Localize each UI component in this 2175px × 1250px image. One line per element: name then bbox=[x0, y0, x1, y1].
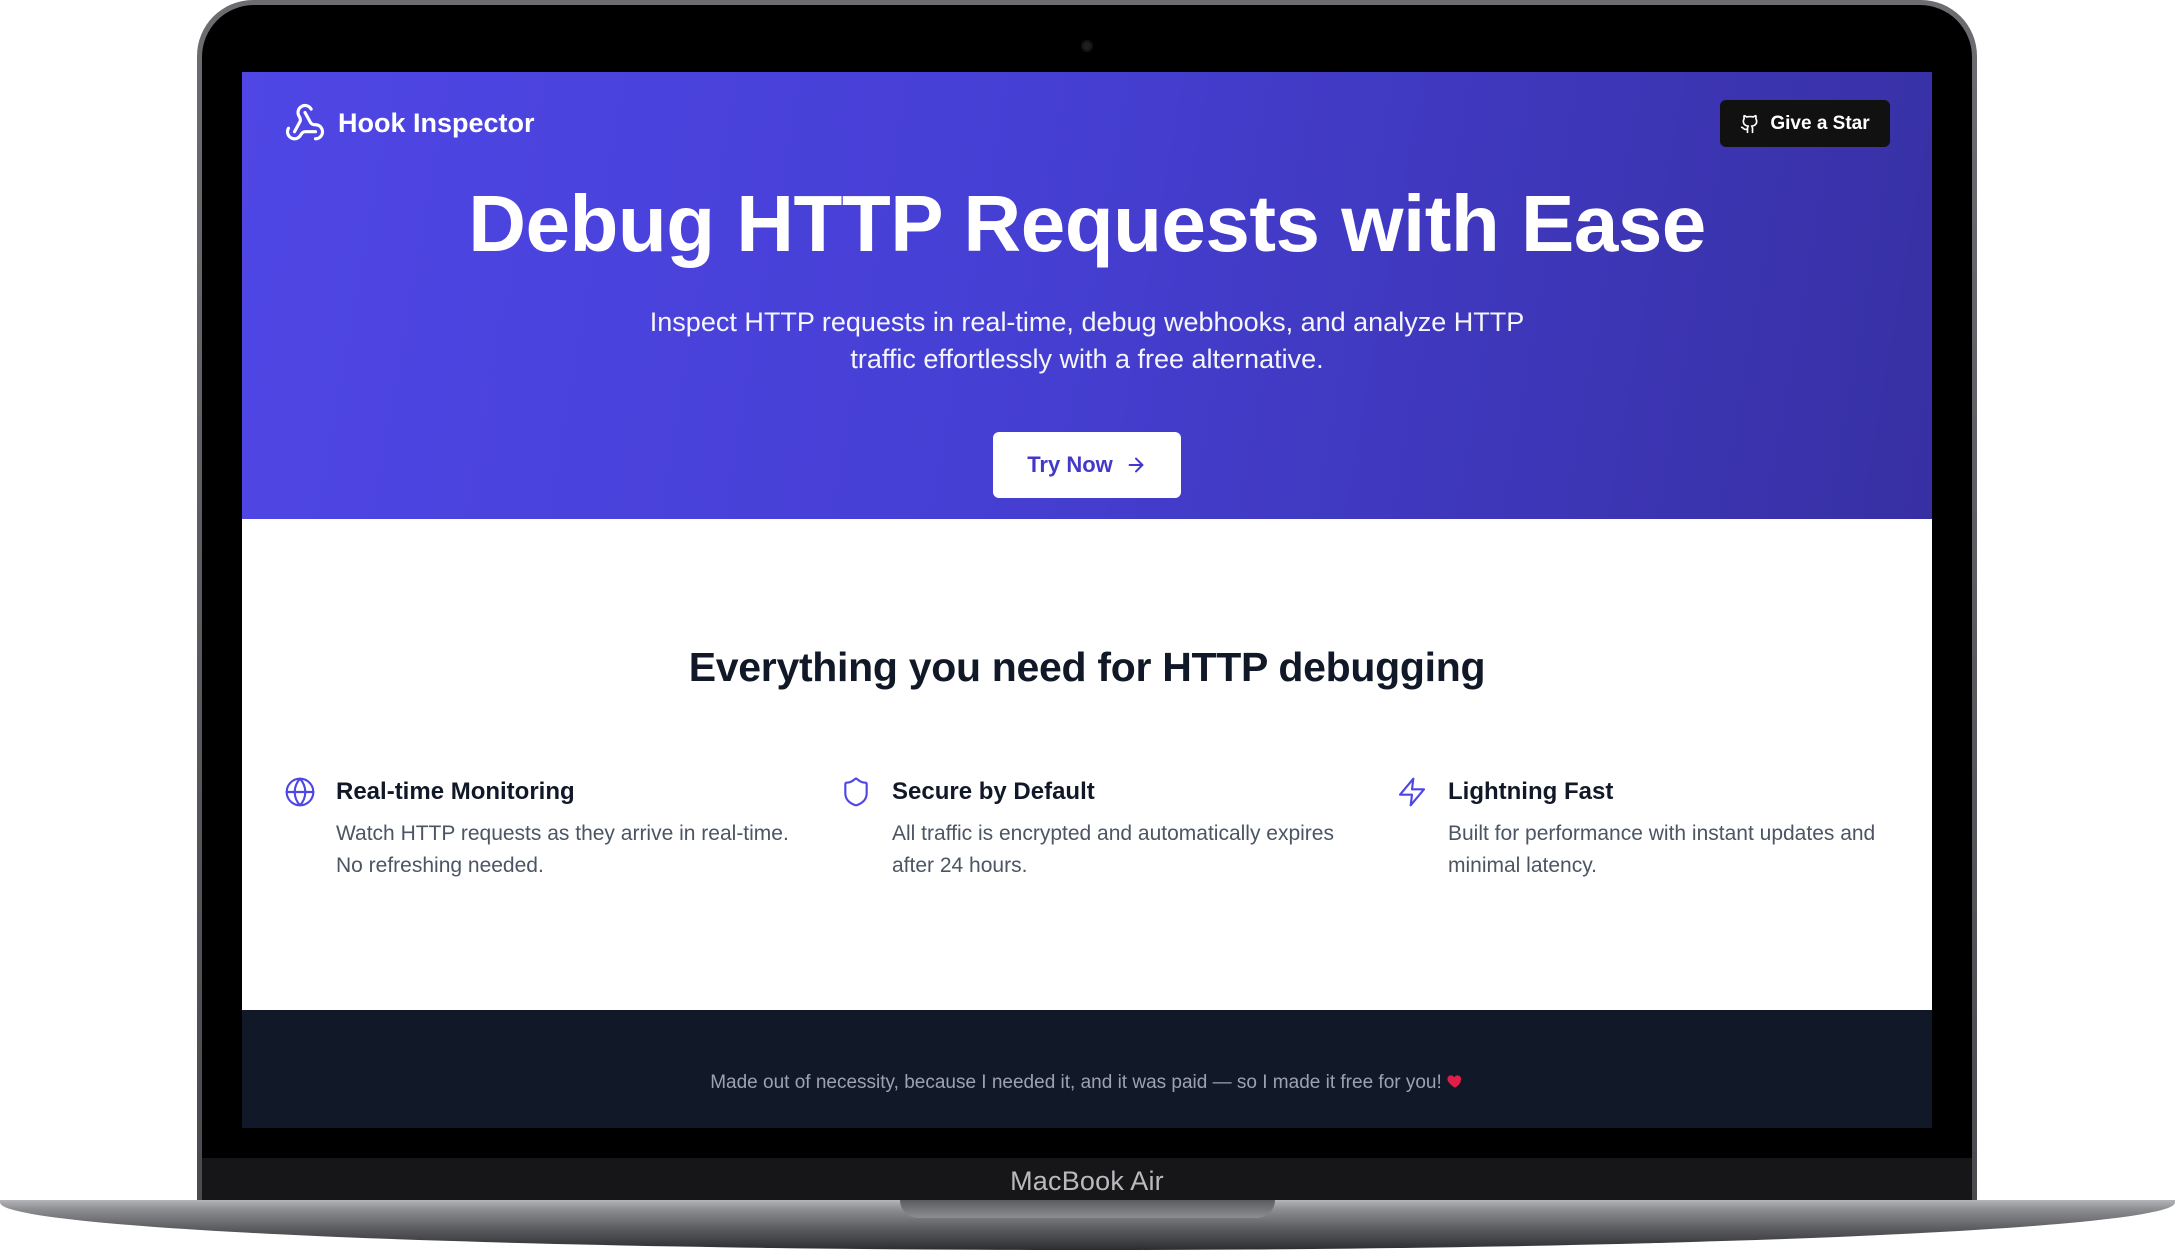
footer: Made out of necessity, because I needed … bbox=[242, 1010, 1932, 1128]
feature-title: Secure by Default bbox=[892, 778, 1095, 805]
give-a-star-button[interactable]: Give a Star bbox=[1720, 100, 1890, 147]
laptop-notch bbox=[900, 1200, 1275, 1218]
lightning-icon bbox=[1398, 777, 1426, 807]
feature-description: Watch HTTP requests as they arrive in re… bbox=[336, 822, 789, 877]
footer-message: Made out of necessity, because I needed … bbox=[710, 1072, 1442, 1093]
feature-title: Lightning Fast bbox=[1448, 778, 1614, 805]
arrow-right-icon bbox=[1128, 457, 1144, 473]
github-icon bbox=[1741, 114, 1758, 133]
device-label: MacBook Air bbox=[1010, 1166, 1164, 1196]
feature-secure-by-default: Secure by Default All traffic is encrypt… bbox=[840, 776, 1360, 896]
feature-title: Real-time Monitoring bbox=[336, 778, 575, 805]
footer-text: Made out of necessity, because I needed … bbox=[710, 1072, 1464, 1094]
hero-subtitle: Inspect HTTP requests in real-time, debu… bbox=[649, 307, 1525, 374]
browser-viewport: Hook Inspector Give a Star Debug HTTP Re… bbox=[242, 72, 1932, 1128]
try-now-button[interactable]: Try Now bbox=[993, 432, 1181, 498]
feature-description: All traffic is encrypted and automatical… bbox=[892, 822, 1334, 877]
hero-title: Debug HTTP Requests with Ease bbox=[468, 179, 1706, 268]
laptop-chin: MacBook Air bbox=[202, 1158, 1972, 1206]
heart-icon bbox=[1447, 1075, 1461, 1088]
camera-icon bbox=[1081, 40, 1093, 52]
shield-icon bbox=[844, 777, 868, 807]
feature-description: Built for performance with instant updat… bbox=[1448, 822, 1876, 877]
laptop-frame: Hook Inspector Give a Star Debug HTTP Re… bbox=[0, 0, 2175, 1250]
features-heading: Everything you need for HTTP debugging bbox=[688, 644, 1486, 690]
feature-real-time-monitoring: Real-time Monitoring Watch HTTP requests… bbox=[284, 776, 804, 896]
feature-lightning-fast: Lightning Fast Built for performance wit… bbox=[1396, 776, 1916, 896]
globe-icon bbox=[285, 777, 315, 807]
brand-name: Hook Inspector bbox=[338, 107, 535, 138]
hero-section: Hook Inspector Give a Star Debug HTTP Re… bbox=[242, 72, 1932, 519]
webhook-icon bbox=[285, 103, 325, 141]
try-now-label: Try Now bbox=[1027, 452, 1113, 477]
brand-logo[interactable]: Hook Inspector bbox=[284, 102, 535, 144]
give-a-star-label: Give a Star bbox=[1770, 112, 1870, 134]
